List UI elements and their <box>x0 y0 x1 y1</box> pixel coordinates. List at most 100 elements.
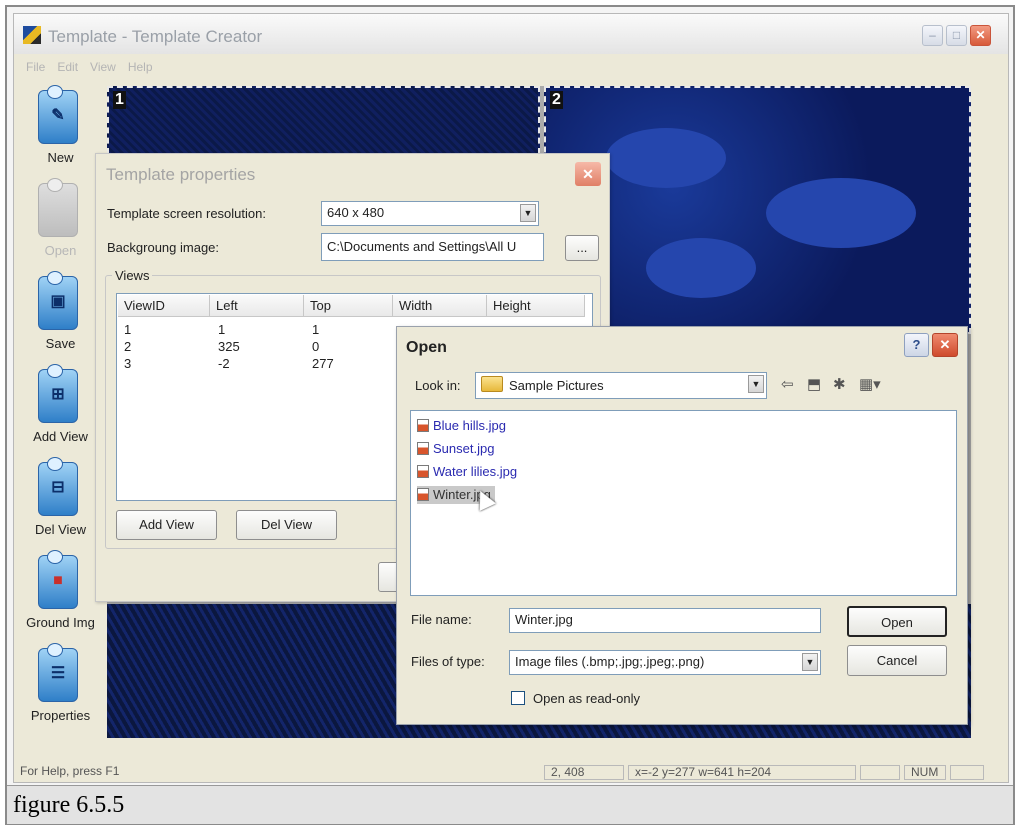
open-button[interactable]: Open <box>847 606 947 637</box>
jpg-file-icon <box>417 465 429 478</box>
chevron-down-icon[interactable]: ▼ <box>802 653 818 671</box>
list-item[interactable]: Blue hills.jpg <box>417 417 506 435</box>
cell-top: 0 <box>312 339 320 354</box>
tool-ground-img[interactable]: ■ Ground Img <box>18 550 103 636</box>
help-button[interactable]: ? <box>904 333 929 357</box>
view-number: 2 <box>550 91 563 109</box>
file-name: Water lilies.jpg <box>433 464 518 479</box>
readonly-checkbox[interactable] <box>511 691 525 705</box>
properties-icon: ☰ <box>38 643 78 702</box>
cell-left: 325 <box>218 339 240 354</box>
tool-label: Ground Img <box>26 615 95 630</box>
status-help: For Help, press F1 <box>20 764 120 778</box>
tool-open[interactable]: Open <box>18 178 103 264</box>
add-view-button[interactable]: Add View <box>116 510 217 540</box>
list-item[interactable]: Sunset.jpg <box>417 440 494 458</box>
tool-label: Save <box>45 336 76 351</box>
status-num: NUM <box>904 765 946 780</box>
tool-label: Open <box>44 243 77 258</box>
views-group-label: Views <box>112 268 153 283</box>
cell-left: 1 <box>218 322 226 337</box>
look-in-select[interactable]: Sample Pictures ▼ <box>475 372 767 399</box>
figure-caption: figure 6.5.5 <box>7 785 1013 824</box>
tool-add-view[interactable]: ⊞ Add View <box>18 364 103 450</box>
jpg-file-icon <box>417 488 429 501</box>
folder-icon <box>481 376 503 392</box>
open-icon <box>38 178 78 237</box>
menu-file[interactable]: File <box>26 60 45 74</box>
background-label: Backgroung image: <box>107 240 220 255</box>
dialog-title: Template properties <box>106 165 256 184</box>
close-button[interactable]: ✕ <box>932 333 958 357</box>
minimize-button[interactable]: – <box>922 25 943 46</box>
cell-top: 277 <box>312 356 334 371</box>
del-view-icon: ⊟ <box>38 457 78 516</box>
files-of-type-label: Files of type: <box>411 654 485 669</box>
back-arrow-icon[interactable]: ⇦ <box>781 375 794 393</box>
menu-edit[interactable]: Edit <box>57 60 78 74</box>
status-bar: For Help, press F1 2, 408 x=-2 y=277 w=6… <box>14 764 1008 782</box>
jpg-file-icon <box>417 419 429 432</box>
new-icon: ✎ <box>38 85 78 144</box>
save-icon: ▣ <box>38 271 78 330</box>
tool-save[interactable]: ▣ Save <box>18 271 103 357</box>
files-of-type-value: Image files (.bmp;.jpg;.jpeg;.png) <box>515 654 705 669</box>
del-view-button[interactable]: Del View <box>236 510 337 540</box>
jpg-file-icon <box>417 442 429 455</box>
cell-view-id: 1 <box>124 322 132 337</box>
window-title: Template - Template Creator <box>48 27 263 46</box>
open-file-dialog: Open ? ✕ Look in: Sample Pictures ▼ ⇦ ⬒ … <box>396 326 968 725</box>
file-name: Blue hills.jpg <box>433 418 506 433</box>
column-header[interactable]: Height <box>487 295 585 317</box>
readonly-label: Open as read-only <box>533 691 640 706</box>
status-empty <box>860 765 900 780</box>
cancel-button[interactable]: Cancel <box>847 645 947 676</box>
close-button[interactable]: ✕ <box>970 25 991 46</box>
resolution-label: Template screen resolution: <box>107 206 266 221</box>
cell-top: 1 <box>312 322 320 337</box>
file-name-input[interactable]: Winter.jpg <box>509 608 821 633</box>
list-item[interactable]: Water lilies.jpg <box>417 463 517 481</box>
toolbar: ✎ New Open ▣ Save ⊞ Add View ⊟ Del View … <box>18 85 103 736</box>
menu-view[interactable]: View <box>90 60 116 74</box>
title-bar[interactable]: Template - Template Creator – □ ✕ <box>14 14 1008 54</box>
view-menu-icon[interactable]: ▦▾ <box>859 375 881 393</box>
menu-help[interactable]: Help <box>128 60 153 74</box>
readonly-option[interactable]: Open as read-only <box>511 691 640 706</box>
dialog-title: Open <box>406 339 447 356</box>
resolution-select[interactable]: 640 x 480 ▼ <box>321 201 539 226</box>
status-position: 2, 408 <box>544 765 624 780</box>
status-geometry: x=-2 y=277 w=641 h=204 <box>628 765 856 780</box>
caption-text: figure 6.5.5 <box>13 792 125 818</box>
tool-label: Del View <box>34 522 87 537</box>
new-folder-icon[interactable]: ✱ <box>833 375 846 393</box>
cell-left: -2 <box>218 356 230 371</box>
browse-button[interactable]: ... <box>565 235 599 261</box>
view-number: 1 <box>113 91 126 109</box>
status-scroll <box>950 765 984 780</box>
tool-new[interactable]: ✎ New <box>18 85 103 171</box>
tool-label: New <box>47 150 74 165</box>
resolution-value: 640 x 480 <box>327 205 385 220</box>
up-folder-icon[interactable]: ⬒ <box>807 375 821 393</box>
chevron-down-icon[interactable]: ▼ <box>520 204 536 222</box>
column-header[interactable]: Top <box>304 295 393 317</box>
files-of-type-select[interactable]: Image files (.bmp;.jpg;.jpeg;.png) ▼ <box>509 650 821 675</box>
close-icon[interactable]: ✕ <box>575 162 601 186</box>
tool-label: Add View <box>33 429 88 444</box>
menu-bar: File Edit View Help <box>14 56 1008 76</box>
tool-properties[interactable]: ☰ Properties <box>18 643 103 729</box>
look-in-value: Sample Pictures <box>509 378 604 393</box>
cell-view-id: 2 <box>124 339 132 354</box>
app-icon <box>23 26 41 44</box>
add-view-icon: ⊞ <box>38 364 78 423</box>
ground-img-icon: ■ <box>38 550 78 609</box>
column-header[interactable]: ViewID <box>118 295 210 317</box>
column-header[interactable]: Width <box>393 295 487 317</box>
background-path-field[interactable]: C:\Documents and Settings\All U <box>321 233 544 261</box>
column-header[interactable]: Left <box>210 295 304 317</box>
tool-del-view[interactable]: ⊟ Del View <box>18 457 103 543</box>
cell-view-id: 3 <box>124 356 132 371</box>
maximize-button[interactable]: □ <box>946 25 967 46</box>
chevron-down-icon[interactable]: ▼ <box>748 375 764 393</box>
